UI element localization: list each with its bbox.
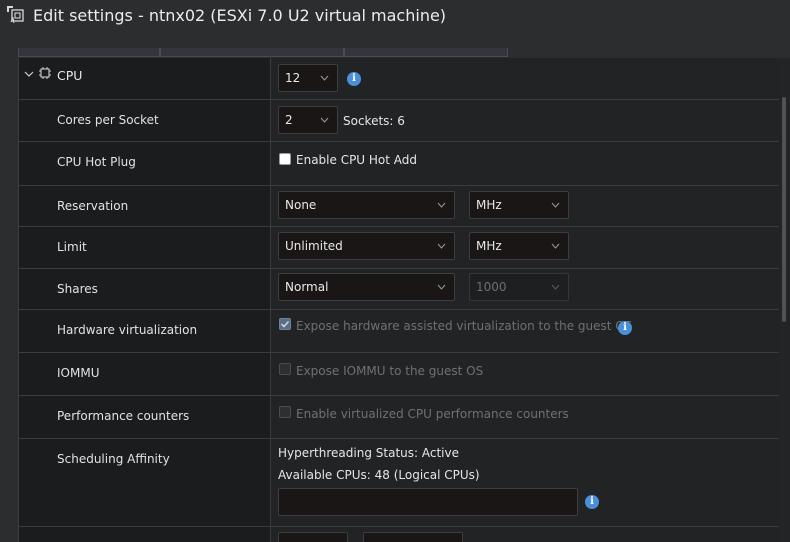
hw-virt-checkbox-label: Expose hardware assisted virtualization …: [296, 319, 633, 333]
affinity-input[interactable]: [278, 488, 578, 516]
scrollbar-thumb[interactable]: [782, 97, 786, 322]
perf-counters-checkbox-label: Enable virtualized CPU performance count…: [296, 407, 569, 421]
limit-select[interactable]: Unlimited: [278, 232, 455, 260]
next-row-partial: [19, 527, 779, 542]
cpu-count-select[interactable]: 12: [278, 64, 338, 92]
reservation-label: Reservation: [57, 199, 129, 213]
scheduling-affinity-row: Scheduling Affinity Hyperthreading Statu…: [19, 439, 779, 527]
limit-unit-select[interactable]: MHz: [469, 232, 569, 260]
chevron-down-icon: [437, 243, 446, 249]
available-cpus: Available CPUs: 48 (Logical CPUs): [278, 468, 480, 482]
hardware-virtualization-label: Hardware virtualization: [57, 323, 198, 337]
hyperthreading-status: Hyperthreading Status: Active: [278, 446, 459, 460]
cores-per-socket-select[interactable]: 2: [278, 106, 338, 134]
performance-counters-row: Performance counters Enable virtualized …: [19, 396, 779, 439]
tab-advanced-parameters[interactable]: [344, 48, 508, 57]
chevron-down-icon: [551, 202, 560, 208]
cores-per-socket-row: Cores per Socket 2 Sockets: 6: [19, 100, 779, 142]
shares-row: Shares Normal 1000: [19, 269, 779, 310]
cpu-section-label: CPU: [57, 68, 83, 83]
shares-amount-select: 1000: [469, 273, 569, 301]
cpu-hot-plug-row: CPU Hot Plug Enable CPU Hot Add: [19, 142, 779, 186]
perf-counters-checkbox: [279, 406, 291, 418]
cpu-hot-plug-label: CPU Hot Plug: [57, 155, 136, 169]
limit-label: Limit: [57, 240, 87, 254]
shares-select[interactable]: Normal: [278, 273, 455, 301]
iommu-label: IOMMU: [57, 366, 100, 380]
cpu-chip-icon: [39, 67, 51, 79]
iommu-row: IOMMU Expose IOMMU to the guest OS: [19, 353, 779, 396]
sockets-text: Sockets: 6: [343, 114, 405, 128]
info-icon[interactable]: i: [585, 495, 599, 509]
vm-settings-icon: [7, 6, 24, 24]
iommu-checkbox: [279, 363, 291, 375]
info-icon[interactable]: i: [347, 72, 361, 86]
tab-virtual-hardware[interactable]: [18, 48, 160, 57]
window-title: Edit settings - ntnx02 (ESXi 7.0 U2 virt…: [33, 6, 447, 25]
info-icon[interactable]: i: [618, 321, 632, 335]
performance-counters-label: Performance counters: [57, 409, 190, 423]
chevron-down-icon: [551, 243, 560, 249]
partial-select-2[interactable]: [363, 532, 463, 542]
chevron-down-icon: [437, 202, 446, 208]
tab-vm-options[interactable]: [160, 48, 344, 57]
reservation-row: Reservation None MHz: [19, 186, 779, 227]
limit-row: Limit Unlimited MHz: [19, 227, 779, 269]
shares-label: Shares: [57, 282, 98, 296]
hardware-virtualization-row: Hardware virtualization Expose hardware …: [19, 310, 779, 353]
cpu-row: CPU 12 i: [19, 58, 779, 100]
hw-virt-checkbox: [279, 318, 291, 330]
title-bar: Edit settings - ntnx02 (ESXi 7.0 U2 virt…: [0, 0, 790, 34]
reservation-select[interactable]: None: [278, 191, 455, 219]
chevron-down-icon: [320, 117, 329, 123]
partial-select[interactable]: [278, 532, 348, 542]
reservation-unit-select[interactable]: MHz: [469, 191, 569, 219]
cpu-hot-add-label: Enable CPU Hot Add: [296, 153, 418, 167]
chevron-down-icon: [551, 284, 560, 290]
settings-panel: CPU 12 i Cores per Socket 2 Sockets: 6 C…: [18, 58, 779, 542]
iommu-checkbox-label: Expose IOMMU to the guest OS: [296, 364, 484, 378]
chevron-down-icon: [437, 284, 446, 290]
cpu-hot-add-checkbox[interactable]: [279, 153, 291, 165]
chevron-down-icon: [320, 75, 329, 81]
scheduling-affinity-label: Scheduling Affinity: [57, 452, 170, 466]
chevron-down-icon[interactable]: [24, 69, 34, 79]
cores-per-socket-label: Cores per Socket: [57, 113, 159, 127]
